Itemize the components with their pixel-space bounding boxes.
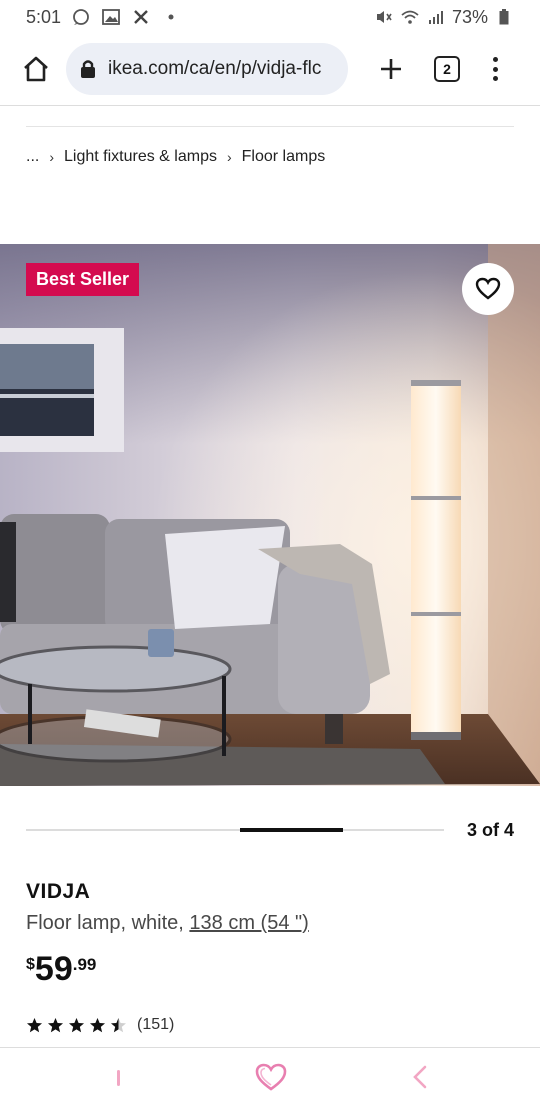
- new-tab-button[interactable]: [376, 54, 406, 84]
- battery-percent: 73%: [451, 6, 488, 27]
- star-icon: [111, 1017, 126, 1032]
- breadcrumb-ellipsis[interactable]: ...: [26, 148, 39, 166]
- product-description: Floor lamp, white, 138 cm (54 "): [26, 912, 309, 935]
- plus-icon: [381, 59, 401, 79]
- chevron-right-icon: ›: [226, 149, 232, 165]
- star-icon: [27, 1017, 42, 1032]
- price-integer: 59: [34, 950, 73, 988]
- tab-count: 2: [443, 61, 451, 77]
- breadcrumb-light-fixtures[interactable]: Light fixtures & lamps: [64, 148, 217, 166]
- star-icon: [69, 1017, 84, 1032]
- x-icon: [131, 7, 151, 27]
- carousel-position-indicator: [240, 828, 343, 832]
- product-size-link[interactable]: 138 cm (54 "): [189, 912, 308, 934]
- address-bar[interactable]: ikea.com/ca/en/p/vidja-flc: [66, 43, 348, 95]
- carousel-track[interactable]: [26, 829, 444, 831]
- carousel-counter: 3 of 4: [466, 820, 514, 840]
- product-rating[interactable]: (151): [26, 1016, 174, 1034]
- tabs-button[interactable]: 2: [434, 56, 460, 82]
- gallery-icon: [101, 7, 121, 27]
- lock-icon: [81, 60, 95, 78]
- rating-count: (151): [137, 1016, 175, 1033]
- home-button[interactable]: [18, 51, 54, 87]
- home-icon: [24, 56, 48, 82]
- product-type: Floor lamp, white,: [26, 912, 190, 934]
- page-divider: [26, 126, 514, 127]
- rating-stars: [26, 1017, 127, 1034]
- mute-icon: [374, 7, 394, 27]
- browser-divider: [0, 105, 540, 106]
- wifi-icon: [400, 7, 420, 27]
- chevron-right-icon: ›: [49, 149, 55, 165]
- heart-outline-icon: [475, 277, 501, 300]
- product-image[interactable]: Best Seller: [0, 244, 540, 786]
- breadcrumb-floor-lamps[interactable]: Floor lamps: [242, 148, 326, 166]
- price-decimal: .99: [72, 955, 97, 974]
- price-currency: $: [26, 956, 35, 973]
- product-name[interactable]: VIDJA: [26, 880, 90, 904]
- status-time: 5:01: [26, 6, 62, 27]
- bottom-nav: [0, 1047, 540, 1110]
- star-icon: [90, 1017, 105, 1032]
- product-price: $ 59 .99: [26, 950, 96, 988]
- dot-icon: [161, 7, 181, 27]
- living-room-photo: [0, 244, 540, 786]
- recent-icon[interactable]: [117, 1070, 120, 1086]
- breadcrumb: ... › Light fixtures & lamps › Floor lam…: [26, 148, 325, 166]
- signal-icon: [426, 7, 446, 27]
- whatsapp-icon: [71, 7, 91, 27]
- star-icon: [48, 1017, 63, 1032]
- best-seller-badge: Best Seller: [26, 263, 140, 296]
- heart-icon[interactable]: [254, 1062, 288, 1092]
- menu-icon[interactable]: [490, 54, 500, 84]
- url-text: ikea.com/ca/en/p/vidja-flc: [108, 58, 322, 79]
- browser-toolbar: ikea.com/ca/en/p/vidja-flc 2: [0, 40, 540, 98]
- status-bar: 5:01 73%: [0, 0, 540, 34]
- favorite-button[interactable]: [462, 263, 514, 315]
- back-chevron-icon[interactable]: [410, 1064, 430, 1090]
- battery-icon: [494, 7, 514, 27]
